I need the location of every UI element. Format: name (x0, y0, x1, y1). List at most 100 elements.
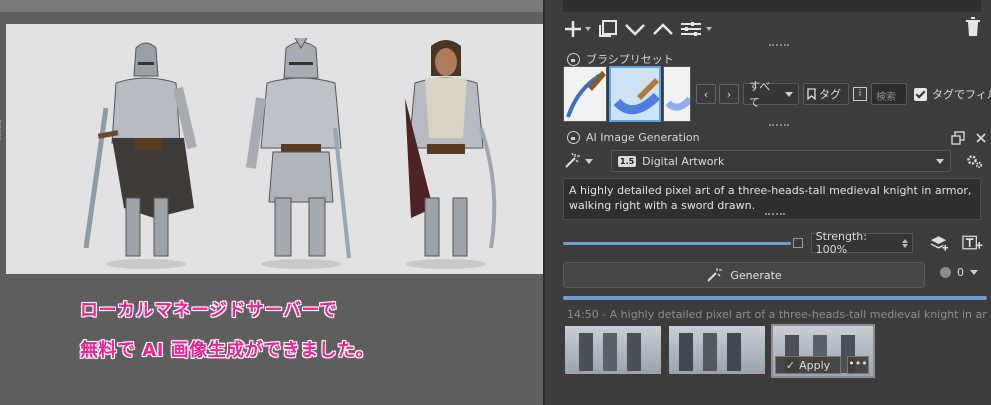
history-thumbnail-2[interactable] (669, 326, 765, 374)
prev-preset-button[interactable]: ‹ (696, 84, 716, 104)
left-dock-grip[interactable] (0, 120, 3, 140)
chevron-up-icon (653, 23, 673, 35)
ellipsis-icon: ••• (848, 357, 868, 370)
app-window: ローカルマネージドサーバーで 無料で AI 画像生成ができました。 ブラシプリセ… (0, 0, 991, 405)
delete-layer-button[interactable] (963, 16, 983, 41)
brush-presets-title: ブラシプリセット (586, 53, 674, 66)
spin-arrows-icon[interactable] (901, 238, 908, 248)
model-version-badge: 1.5 (618, 155, 637, 167)
text-add-icon[interactable] (962, 234, 983, 252)
next-preset-button[interactable]: › (719, 84, 739, 104)
queue-indicator[interactable]: 0 (940, 266, 978, 279)
brush-stroke-icon (665, 96, 690, 111)
brush-stroke-icon (613, 78, 659, 115)
ai-panel-header: AI Image Generation (567, 131, 700, 144)
generation-mode-button[interactable] (563, 152, 593, 170)
chevron-down-icon (785, 91, 793, 97)
canvas-top-bar (0, 0, 545, 12)
history-thumbnails: ✓ Apply ••• (565, 324, 875, 378)
caption-line-2: 無料で AI 画像生成ができました。 (80, 340, 375, 361)
thumbnail-figure (603, 333, 617, 371)
queue-count: 0 (957, 266, 964, 279)
add-layer-button[interactable] (563, 17, 593, 41)
history-entry-label: 14:50 - A highly detailed pixel art of a… (567, 308, 987, 321)
search-placeholder: 検索 (876, 92, 896, 103)
strength-slider-handle[interactable] (793, 238, 803, 248)
move-up-button[interactable] (651, 17, 675, 41)
tag-filter-label: タグでフィルタ (932, 88, 991, 101)
chevron-down-icon (970, 270, 978, 275)
strength-row: Strength: 100% (563, 230, 983, 256)
preset-filter-value: すべて (749, 80, 771, 109)
history-thumbnail-3-selected[interactable]: ✓ Apply ••• (771, 324, 875, 378)
panel-controls (951, 131, 987, 145)
generation-progress-bar (563, 296, 987, 300)
apply-label: Apply (799, 358, 831, 372)
brush-presets-header: ブラシプリセット (567, 51, 674, 67)
magic-wand-icon (565, 152, 580, 168)
duplicate-icon (599, 20, 617, 37)
move-down-button[interactable] (623, 17, 647, 41)
generate-button[interactable]: Generate (563, 262, 925, 288)
thumbnail-figure (579, 333, 593, 371)
generate-label: Generate (730, 268, 782, 282)
caption-line-1: ローカルマネージドサーバーで (80, 300, 338, 321)
magic-wand-icon (707, 268, 723, 282)
layer-properties-button[interactable] (679, 17, 715, 41)
model-row: 1.5 Digital Artwork (563, 150, 983, 172)
duplicate-layer-button[interactable] (597, 17, 619, 41)
knight-figure-1 (83, 42, 197, 269)
tag-select[interactable]: タグ (803, 83, 849, 105)
settings-gear-icon[interactable] (965, 152, 983, 170)
layers-add-icon[interactable] (929, 234, 950, 252)
thumbnail-figure (703, 333, 717, 371)
layer-toolbar (563, 16, 715, 42)
thumbnail-figure (727, 333, 741, 371)
brush-preset-row: ‹ › すべて タグ i 検索 タグでフィルタ (563, 66, 991, 122)
history-thumbnail-1[interactable] (565, 326, 661, 374)
strength-spinbox[interactable]: Strength: 100% (810, 230, 913, 256)
close-icon[interactable] (975, 131, 987, 145)
knight-figure-2 (246, 38, 351, 269)
canvas-area[interactable]: ローカルマネージドサーバーで 無料で AI 画像生成ができました。 (0, 0, 545, 405)
chevron-down-icon (625, 24, 645, 36)
ai-panel-title: AI Image Generation (586, 131, 700, 144)
prompt-resize-grip[interactable] (765, 213, 785, 217)
info-icon[interactable]: i (853, 87, 867, 101)
chevron-left-icon: ‹ (703, 87, 709, 101)
chevron-down-icon (936, 158, 944, 164)
more-options-button[interactable]: ••• (847, 356, 869, 374)
brush-stroke-icon (566, 71, 606, 118)
sliders-icon (681, 22, 712, 36)
trash-icon (966, 17, 980, 36)
model-style-select[interactable]: 1.5 Digital Artwork (611, 150, 951, 172)
model-style-value: Digital Artwork (642, 154, 725, 168)
tag-select-value: タグ (819, 88, 841, 101)
tag-filter-checkbox[interactable] (914, 87, 927, 101)
float-panel-icon[interactable] (951, 131, 965, 145)
dock-grip[interactable] (769, 44, 789, 48)
generated-image (6, 24, 545, 274)
lock-icon[interactable] (567, 52, 580, 66)
right-docker: ブラシプリセット ‹ › すべて タグ i 検索 タグでフィ AI Image … (545, 0, 991, 405)
queue-dot-icon (940, 267, 951, 278)
plus-icon (565, 21, 591, 37)
preset-filter-select[interactable]: すべて (743, 80, 799, 109)
brush-preset-3[interactable] (663, 66, 691, 122)
brush-preset-2-selected[interactable] (609, 66, 661, 122)
preset-search-input[interactable]: 検索 (871, 83, 907, 105)
layer-list-bottom (563, 0, 981, 12)
apply-button[interactable]: ✓ Apply (775, 356, 841, 374)
thumbnail-figure (627, 333, 641, 371)
prompt-text: A highly detailed pixel art of a three-h… (569, 184, 972, 212)
brush-preset-1[interactable] (563, 66, 607, 122)
strength-value: Strength: 100% (815, 230, 867, 256)
knight-figure-3 (405, 40, 497, 269)
lock-icon[interactable] (567, 131, 580, 144)
chevron-down-icon (585, 158, 593, 164)
checkmark-icon: ✓ (785, 358, 796, 372)
chevron-right-icon: › (726, 87, 732, 101)
dock-grip[interactable] (769, 124, 789, 128)
thumbnail-figure (679, 333, 693, 371)
strength-slider[interactable] (563, 241, 791, 245)
